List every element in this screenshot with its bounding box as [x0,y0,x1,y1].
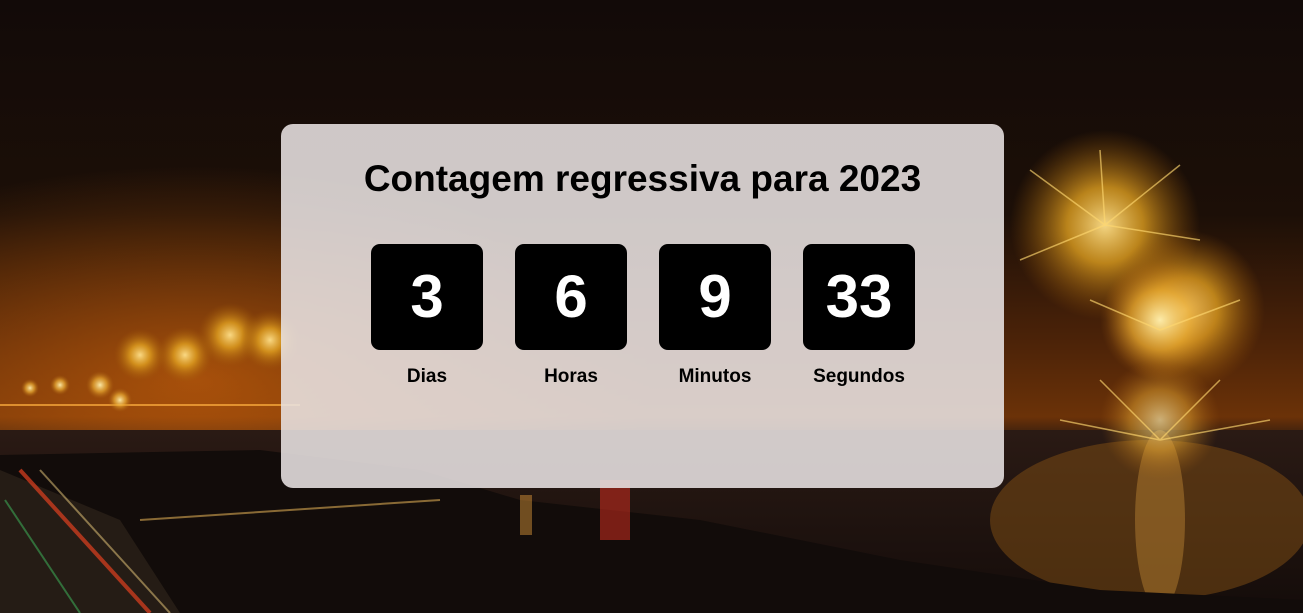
seconds-value: 33 [825,263,893,330]
days-value: 3 [410,263,444,330]
minutes-box: 9 [659,244,771,350]
hours-box: 6 [515,244,627,350]
countdown-hours: 6 Horas [515,244,627,394]
minutes-value: 9 [698,263,732,330]
minutes-label: Minutos [678,366,752,387]
countdown-timers: 3 Dias 6 Horas 9 Minutos 33 Segundos [371,244,915,394]
days-label: Dias [406,366,448,387]
countdown-seconds: 33 Segundos [803,244,915,394]
seconds-label: Segundos [813,366,905,387]
countdown-days: 3 Dias [371,244,483,394]
countdown-minutes: 9 Minutos [659,244,771,394]
countdown-card: Contagem regressiva para 2023 3 Dias 6 H… [281,124,1004,488]
hours-value: 6 [554,263,588,330]
days-box: 3 [371,244,483,350]
page-title: Contagem regressiva para 2023 [363,158,922,199]
seconds-box: 33 [803,244,915,350]
hours-label: Horas [544,366,598,387]
